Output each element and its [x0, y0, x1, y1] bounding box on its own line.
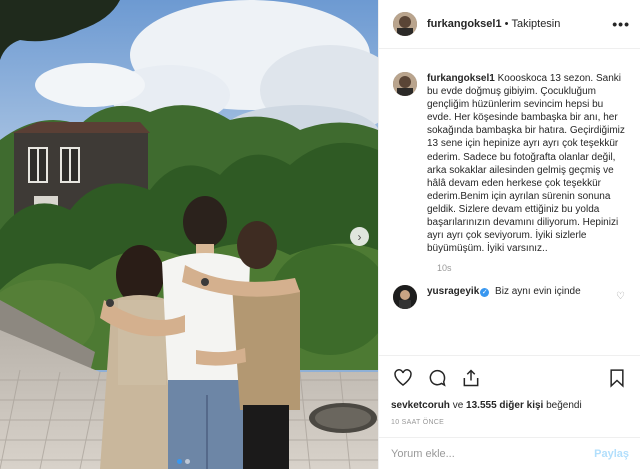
share-icon[interactable] — [459, 366, 483, 390]
photo-image — [0, 0, 378, 469]
carousel-next-button[interactable]: › — [350, 227, 369, 246]
carousel-dot — [177, 459, 182, 464]
post-comment-button[interactable]: Paylaş — [594, 448, 629, 460]
heart-icon[interactable] — [391, 366, 415, 390]
comment-item: yusrageyik ✓ Biz aynı evin içinde ♡ — [393, 285, 629, 310]
caption-comment: furkangoksel1 Koooskoca 13 sezon. Sanki … — [393, 72, 629, 255]
post-time-ago: 10 SAAT ÖNCE — [391, 419, 445, 426]
caption-username[interactable]: furkangoksel1 — [427, 73, 495, 84]
carousel-indicator — [177, 459, 190, 464]
more-icon[interactable]: ••• — [612, 16, 630, 32]
chevron-right-icon: › — [357, 229, 362, 244]
comment-like-icon[interactable]: ♡ — [616, 291, 625, 302]
verified-icon: ✓ — [480, 288, 490, 298]
likes-count-link[interactable]: 13.555 diğer kişi — [466, 400, 543, 411]
follow-status-button[interactable]: Takiptesin — [511, 18, 560, 30]
post-photo[interactable]: › — [0, 0, 378, 469]
comments-section[interactable]: furkangoksel1 Koooskoca 13 sezon. Sanki … — [379, 60, 640, 350]
comment-text: Biz aynı evin içinde — [495, 286, 581, 298]
post-actions: sevketcoruh ve 13.555 diğer kişi beğendi… — [379, 355, 640, 426]
avatar[interactable] — [393, 12, 417, 36]
avatar[interactable] — [393, 285, 417, 310]
caption-text: Koooskoca 13 sezon. Sanki bu evde doğmuş… — [427, 73, 625, 255]
likes-suffix: beğendi — [546, 400, 582, 411]
comment-input[interactable] — [391, 447, 595, 460]
likes-summary: sevketcoruh ve 13.555 diğer kişi beğendi — [391, 399, 629, 412]
post-header: furkangoksel1 • Takiptesin ••• — [379, 0, 640, 49]
liker-username[interactable]: sevketcoruh — [391, 400, 450, 411]
caption-timestamp: 10s — [437, 263, 452, 274]
comment-icon[interactable] — [425, 366, 449, 390]
avatar[interactable] — [393, 72, 417, 96]
bookmark-icon[interactable] — [605, 366, 629, 390]
header-separator: • — [504, 18, 509, 30]
add-comment-bar: Paylaş — [379, 437, 640, 469]
likes-connector: ve — [452, 400, 464, 411]
carousel-dot — [185, 459, 190, 464]
post-side-panel: furkangoksel1 • Takiptesin ••• furkangok… — [378, 0, 640, 469]
comment-username[interactable]: yusrageyik — [427, 286, 479, 297]
post-author-username[interactable]: furkangoksel1 — [427, 18, 502, 30]
